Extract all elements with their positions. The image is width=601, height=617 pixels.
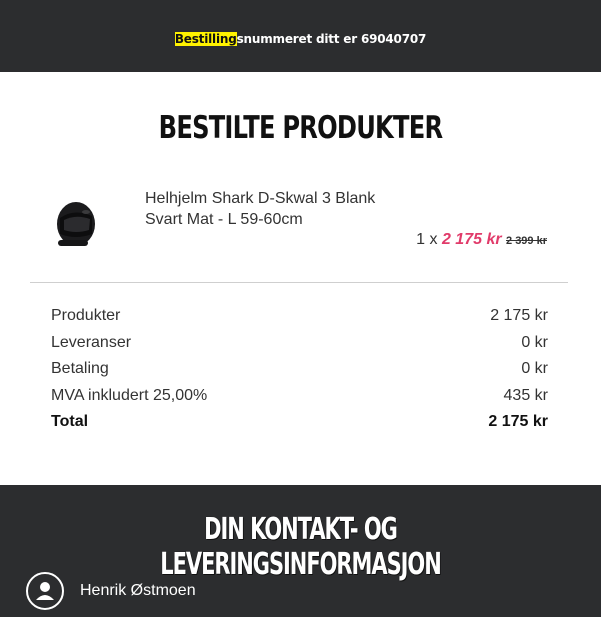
- order-header-bar: Bestillingsnummeret ditt er 69040707: [0, 0, 601, 72]
- original-price: 2 399 kr: [506, 235, 547, 247]
- summary-row-payment: Betaling 0 kr: [51, 360, 548, 382]
- summary-value: 435 kr: [503, 387, 548, 404]
- summary-label: Betaling: [51, 360, 109, 377]
- summary-row-deliveries: Leveranser 0 kr: [51, 334, 548, 356]
- order-number-rest: snummeret ditt er 69040707: [236, 32, 427, 46]
- divider: [30, 282, 568, 283]
- product-price-line: 1 x 2 175 kr 2 399 kr: [416, 231, 547, 249]
- products-title: BESTILTE PRODUKTER: [158, 110, 443, 146]
- total-label: Total: [51, 413, 89, 430]
- helmet-icon: [52, 188, 96, 254]
- order-highlight: Bestilling: [174, 32, 237, 46]
- summary-row-vat: MVA inkludert 25,00% 435 kr: [51, 387, 548, 409]
- summary-value: 0 kr: [521, 334, 548, 351]
- total-value: 2 175 kr: [488, 413, 548, 430]
- sale-price: 2 175 kr: [441, 231, 502, 248]
- summary-value: 0 kr: [521, 360, 548, 377]
- contact-title: DIN KONTAKT- OG LEVERINGSINFORMASJON: [160, 512, 442, 582]
- summary-row-total: Total 2 175 kr: [51, 413, 548, 435]
- summary-label: MVA inkludert 25,00%: [51, 387, 208, 404]
- contact-name: Henrik Østmoen: [80, 582, 196, 599]
- summary-label: Produkter: [51, 307, 121, 324]
- summary-value: 2 175 kr: [490, 307, 548, 324]
- product-name[interactable]: Helhjelm Shark D-Skwal 3 Blank Svart Mat…: [145, 188, 405, 230]
- order-number-text: Bestillingsnummeret ditt er 69040707: [0, 32, 601, 46]
- quantity-prefix: 1 x: [416, 231, 438, 248]
- summary-label: Leveranser: [51, 334, 132, 351]
- user-icon: [26, 572, 64, 610]
- summary-row-products: Produkter 2 175 kr: [51, 307, 548, 329]
